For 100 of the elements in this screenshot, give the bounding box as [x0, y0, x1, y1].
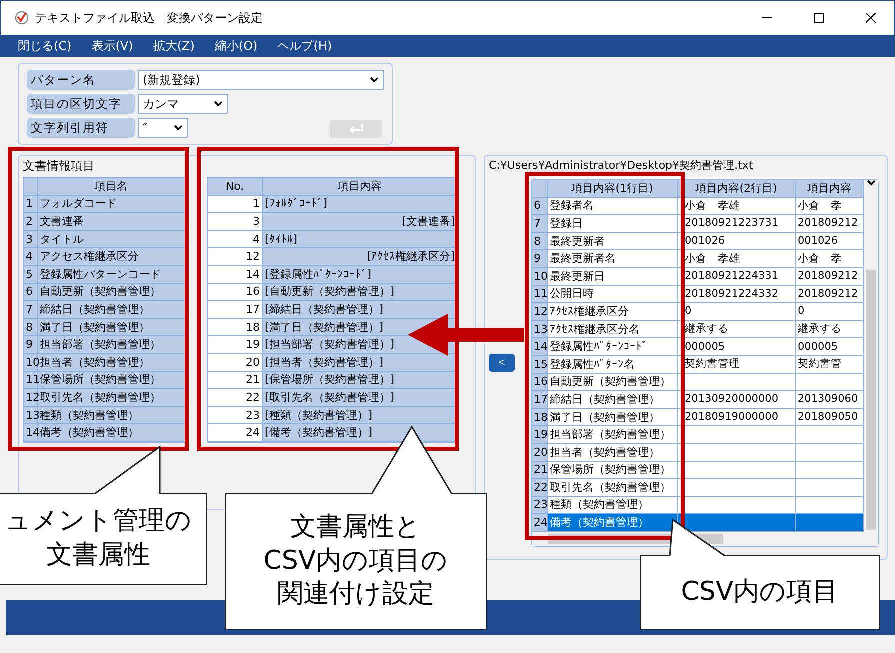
- row-number: 7: [532, 215, 548, 233]
- table-cell[interactable]: ｱｸｾｽ権継承区分名: [548, 320, 678, 338]
- selected-cell[interactable]: [678, 514, 796, 532]
- menu-item[interactable]: 閉じる(C): [18, 38, 72, 54]
- menu-item[interactable]: 拡大(Z): [153, 38, 195, 54]
- table-cell[interactable]: [678, 374, 796, 392]
- table-cell[interactable]: 20180919000000: [678, 408, 796, 426]
- menu-item[interactable]: ヘルプ(H): [278, 38, 332, 54]
- table-cell[interactable]: 最終更新日: [548, 268, 678, 286]
- table-cell[interactable]: 自動更新（契約書管理）: [548, 374, 678, 392]
- table-cell[interactable]: 小倉 孝: [796, 198, 864, 216]
- number-input[interactable]: 17: [208, 301, 263, 319]
- table-cell[interactable]: 最終更新者: [548, 232, 678, 250]
- number-input[interactable]: 22: [208, 389, 263, 407]
- table-cell[interactable]: [796, 444, 864, 462]
- table-cell[interactable]: 小倉 孝雄: [678, 250, 796, 268]
- table-cell[interactable]: 000005: [678, 338, 796, 356]
- table-cell[interactable]: 小倉 孝: [796, 250, 864, 268]
- table-cell[interactable]: 担当者（契約書管理）: [548, 444, 678, 462]
- table-cell[interactable]: 201809212: [796, 268, 864, 286]
- table-cell[interactable]: [796, 496, 864, 514]
- table-cell[interactable]: 201309060: [796, 391, 864, 409]
- table-cell[interactable]: [678, 444, 796, 462]
- table-cell[interactable]: 公開日時: [548, 286, 678, 304]
- number-input[interactable]: 12: [208, 248, 263, 266]
- table-cell: 満了日（契約書管理）: [38, 318, 186, 336]
- table-cell[interactable]: 001026: [678, 232, 796, 250]
- table-cell[interactable]: [796, 374, 864, 392]
- dropdown[interactable]: ″: [138, 118, 188, 138]
- selected-cell[interactable]: [796, 514, 864, 532]
- table-cell[interactable]: 取引先名（契約書管理）: [548, 479, 678, 497]
- row-number: 8: [532, 232, 548, 250]
- field-label: パターン名: [27, 70, 135, 90]
- dropdown[interactable]: カンマ: [138, 94, 228, 114]
- number-input[interactable]: 24: [208, 424, 263, 442]
- menu-item[interactable]: 縮小(O): [214, 38, 258, 54]
- table-cell[interactable]: 000005: [796, 338, 864, 356]
- table-cell[interactable]: 0: [796, 303, 864, 321]
- table-cell[interactable]: [796, 479, 864, 497]
- row-number: 9: [532, 250, 548, 268]
- close-icon: [866, 13, 876, 23]
- table-cell[interactable]: 登録属性ﾊﾟﾀｰﾝｺｰﾄﾞ: [548, 338, 678, 356]
- table-cell[interactable]: [678, 479, 796, 497]
- number-input[interactable]: 16: [208, 284, 263, 302]
- window-title: テキストファイル取込 変換パターン設定: [35, 10, 264, 26]
- menu-item[interactable]: 表示(V): [92, 38, 134, 54]
- table-cell[interactable]: 20180921223731: [678, 215, 796, 233]
- app-logo-icon: [15, 11, 29, 25]
- number-input[interactable]: 21: [208, 372, 263, 390]
- table-cell[interactable]: 担当部署（契約書管理）: [548, 426, 678, 444]
- table-cell[interactable]: 小倉 孝雄: [678, 198, 796, 216]
- table-cell[interactable]: [678, 426, 796, 444]
- number-input[interactable]: 19: [208, 336, 263, 354]
- row-number: 13: [532, 320, 548, 338]
- table-cell: 自動更新（契約書管理）: [38, 284, 186, 302]
- table-cell[interactable]: 001026: [796, 232, 864, 250]
- table-cell[interactable]: [796, 462, 864, 480]
- table-cell[interactable]: 満了日（契約書管理）: [548, 408, 678, 426]
- table-cell[interactable]: 20180921224331: [678, 268, 796, 286]
- table-cell[interactable]: 登録属性ﾊﾟﾀｰﾝ名: [548, 356, 678, 374]
- table-cell[interactable]: 20130920000000: [678, 391, 796, 409]
- table-cell[interactable]: 保管場所（契約書管理）: [548, 462, 678, 480]
- table-cell[interactable]: 締結日（契約書管理）: [548, 391, 678, 409]
- dropdown[interactable]: (新規登録): [138, 70, 384, 90]
- table-cell[interactable]: [796, 426, 864, 444]
- table-cell[interactable]: 201809050: [796, 408, 864, 426]
- table-cell[interactable]: 契約書管理: [678, 356, 796, 374]
- callout-text: 文書属性と CSV内の項目の 関連付け設定: [264, 510, 448, 612]
- table-cell[interactable]: 契約書管: [796, 356, 864, 374]
- vertical-scrollbar[interactable]: [864, 180, 878, 532]
- table-cell[interactable]: 20180921224332: [678, 286, 796, 304]
- row-number: 22: [532, 479, 548, 497]
- table-cell[interactable]: 継承する: [678, 320, 796, 338]
- table-cell: [種類（契約書管理）]: [263, 406, 458, 424]
- table-cell[interactable]: 登録者名: [548, 198, 678, 216]
- row-number: 17: [532, 391, 548, 409]
- table-cell[interactable]: 0: [678, 303, 796, 321]
- table-cell[interactable]: ｱｸｾｽ権継承区分: [548, 303, 678, 321]
- number-input[interactable]: 20: [208, 354, 263, 372]
- row-number: 18: [532, 408, 548, 426]
- number-input[interactable]: 23: [208, 406, 263, 424]
- column-header: 項目名: [38, 178, 186, 196]
- table-cell[interactable]: 201809212: [796, 215, 864, 233]
- table-cell[interactable]: [678, 496, 796, 514]
- table-cell[interactable]: 最終更新者名: [548, 250, 678, 268]
- back-button[interactable]: <: [489, 354, 515, 372]
- number-input[interactable]: 4: [208, 230, 263, 248]
- table-cell[interactable]: 継承する: [796, 320, 864, 338]
- number-input[interactable]: 1: [208, 196, 263, 214]
- selected-cell[interactable]: 備考（契約書管理）: [548, 514, 678, 532]
- table-cell: 登録属性パターンコード: [38, 266, 186, 284]
- number-input[interactable]: 18: [208, 318, 263, 336]
- table-cell[interactable]: 201809212: [796, 286, 864, 304]
- table-cell[interactable]: 登録日: [548, 215, 678, 233]
- field-label: 文字列引用符: [27, 118, 135, 138]
- table-cell[interactable]: 種類（契約書管理）: [548, 496, 678, 514]
- number-input[interactable]: 14: [208, 266, 263, 284]
- row-number: 14: [24, 424, 38, 442]
- table-cell[interactable]: [678, 462, 796, 480]
- number-input[interactable]: 3: [208, 213, 263, 231]
